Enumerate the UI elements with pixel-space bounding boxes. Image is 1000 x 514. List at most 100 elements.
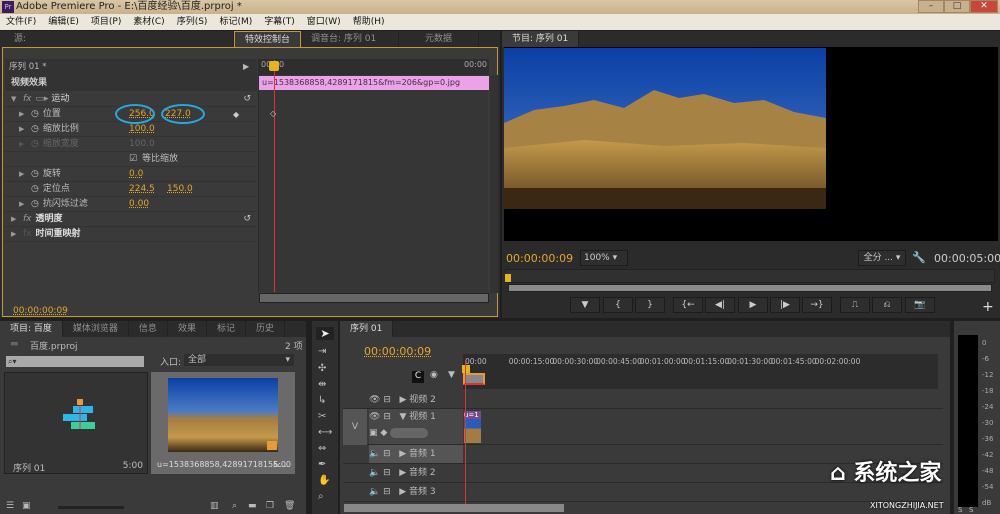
step-back-button[interactable]: ◀| <box>705 297 735 313</box>
minimize-button[interactable]: – <box>918 0 944 13</box>
step-forward-button[interactable]: |▶ <box>770 297 800 313</box>
mini-timeline[interactable] <box>505 269 995 283</box>
tab-source[interactable]: 源: u=1538368858,4289171815&fm=206&gp=0.j… <box>0 31 237 60</box>
ec-time-ruler[interactable]: 00:0000:00 <box>259 59 489 75</box>
menu-help[interactable]: 帮助(H) <box>353 14 385 30</box>
trash-icon[interactable]: 🗑 <box>284 501 295 511</box>
selection-tool-icon[interactable]: ➤ <box>316 327 334 340</box>
menu-window[interactable]: 窗口(W) <box>307 14 341 30</box>
stopwatch-icon[interactable]: ◷ <box>31 169 39 179</box>
timeline-ruler[interactable]: 00:00 00:00:15:00 00:00:30:00 00:00:45:00 00… <box>463 354 938 389</box>
scale-value[interactable]: 100.0 <box>129 122 155 137</box>
list-view-icon[interactable]: ☰ <box>6 501 14 511</box>
mark-in-button[interactable]: { <box>603 297 633 313</box>
menu-file[interactable]: 文件(F) <box>6 14 36 30</box>
tab-sequence[interactable]: 序列 01 <box>340 321 394 337</box>
eye-icon[interactable]: 👁 <box>369 412 380 422</box>
search-input[interactable]: ⌕▾ <box>6 356 144 367</box>
zoom-dropdown[interactable]: 100% ▾ <box>580 250 628 266</box>
speaker-icon[interactable]: 🔈 <box>369 468 380 478</box>
menu-sequence[interactable]: 序列(S) <box>177 14 208 30</box>
opacity-row[interactable]: ▶ fx 透明度 ↺ <box>5 212 257 227</box>
timeline-timecode[interactable]: 00:00:00:09 <box>364 345 431 358</box>
clip-bar[interactable]: u=1538368858,4289171815&fm=206&gp=0.jpg <box>259 76 489 90</box>
add-marker-icon[interactable]: ▼ <box>448 370 455 380</box>
tab-metadata[interactable]: 元数据 <box>399 31 480 47</box>
maximize-button[interactable]: □ <box>944 0 970 13</box>
speaker-icon[interactable]: 🔈 <box>369 449 380 459</box>
mark-out-button[interactable]: } <box>635 297 665 313</box>
sync-lock-icon[interactable]: ⊟ <box>383 412 391 422</box>
menu-title[interactable]: 字幕(T) <box>264 14 295 30</box>
time-remap-row[interactable]: ▶ fx 时间重映射 <box>5 227 257 242</box>
close-button[interactable]: ✕ <box>970 0 998 13</box>
zoom-tool-icon[interactable]: ⌕ <box>318 491 324 502</box>
stopwatch-icon[interactable]: ◷ <box>31 109 39 119</box>
anchor-x-value[interactable]: 224.5 <box>129 182 155 197</box>
slip-tool-icon[interactable]: ⟷ <box>318 427 332 438</box>
sync-lock-icon[interactable]: ⊟ <box>383 395 391 405</box>
wrench-icon[interactable]: 🔧 <box>912 251 926 264</box>
linked-selection-icon[interactable]: ◉ <box>430 370 438 380</box>
automate-icon[interactable]: ▥ <box>210 501 219 511</box>
reset-icon[interactable]: ↺ <box>243 212 251 227</box>
ec-timecode[interactable]: 00:00:00:09 <box>13 306 68 316</box>
rotation-value[interactable]: 0.0 <box>129 167 143 182</box>
new-item-icon[interactable]: ❐ <box>266 501 274 511</box>
extract-button[interactable]: ⎌ <box>872 297 902 313</box>
speaker-icon[interactable]: 🔈 <box>369 487 380 497</box>
rate-stretch-tool-icon[interactable]: ↳ <box>318 395 326 406</box>
monitor-scrollbar[interactable] <box>504 242 998 249</box>
project-item-sequence[interactable]: 序列 01 5:00 <box>4 372 148 474</box>
tab-effect-controls[interactable]: 特效控制台 <box>234 31 302 47</box>
menu-project[interactable]: 项目(P) <box>91 14 121 30</box>
work-area-bar[interactable] <box>463 373 485 385</box>
hand-tool-icon[interactable]: ✋ <box>318 475 330 486</box>
solo-right-button[interactable]: S <box>969 506 973 514</box>
program-timecode[interactable]: 00:00:00:09 <box>506 252 573 265</box>
quality-dropdown[interactable]: 全分 ... ▾ <box>858 250 906 266</box>
anchor-y-value[interactable]: 150.0 <box>167 182 193 197</box>
zoom-slider[interactable] <box>58 506 124 509</box>
add-keyframe-icon[interactable]: ◆ <box>233 107 239 122</box>
find-icon[interactable]: ⌕ <box>232 501 237 511</box>
tab-program[interactable]: 节目: 序列 01 <box>502 31 580 47</box>
sync-lock-icon[interactable]: ⊟ <box>383 449 391 459</box>
export-frame-button[interactable]: 📷 <box>905 297 935 313</box>
stopwatch-icon[interactable]: ◷ <box>31 124 39 134</box>
tab-media-browser[interactable]: 媒体浏览器 <box>63 321 129 337</box>
add-marker-button[interactable]: ▼ <box>570 297 600 313</box>
eye-icon[interactable]: 👁 <box>369 395 380 405</box>
source-target-v[interactable]: V <box>343 409 367 445</box>
entry-dropdown[interactable]: 全部 ▾ <box>184 354 294 366</box>
playhead-handle[interactable] <box>462 365 470 373</box>
add-button-icon[interactable]: + <box>982 299 994 315</box>
tab-effects[interactable]: 效果 <box>168 321 207 337</box>
tab-history[interactable]: 历史 <box>246 321 285 337</box>
keyframe-nav[interactable] <box>390 427 429 438</box>
timeline-clip[interactable]: u=1 <box>464 411 481 443</box>
menu-clip[interactable]: 素材(C) <box>133 14 164 30</box>
playhead-handle[interactable] <box>269 61 279 71</box>
tab-markers[interactable]: 标记 <box>207 321 246 337</box>
project-item-image[interactable]: u=1538368858,4289171815&... 5:00 <box>151 372 295 474</box>
lift-button[interactable]: ⎍ <box>840 297 870 313</box>
playhead-handle[interactable] <box>505 274 511 282</box>
sync-lock-icon[interactable]: ⊟ <box>383 468 391 478</box>
tab-project[interactable]: 项目: 百度 <box>0 321 63 337</box>
uniform-scale-checkbox[interactable]: ☑ <box>129 152 137 167</box>
reset-icon[interactable]: ↺ <box>243 92 251 107</box>
icon-view-icon[interactable]: ▣ <box>22 501 31 511</box>
rolling-edit-tool-icon[interactable]: ⇹ <box>318 379 326 390</box>
menu-edit[interactable]: 编辑(E) <box>48 14 79 30</box>
go-to-out-button[interactable]: →} <box>802 297 832 313</box>
timeline-scrollbar[interactable] <box>344 504 564 512</box>
new-bin-icon[interactable]: ▬ <box>248 501 257 511</box>
toggle-timeline-icon[interactable]: ▶ <box>243 59 249 75</box>
anti-flicker-value[interactable]: 0.00 <box>129 197 149 212</box>
track-select-tool-icon[interactable]: ⇥ <box>318 346 326 357</box>
razor-tool-icon[interactable]: ✂ <box>318 411 326 422</box>
ripple-edit-tool-icon[interactable]: ✣ <box>318 363 326 374</box>
vertical-scrollbar[interactable] <box>490 75 498 293</box>
snap-icon[interactable]: C <box>412 371 424 383</box>
